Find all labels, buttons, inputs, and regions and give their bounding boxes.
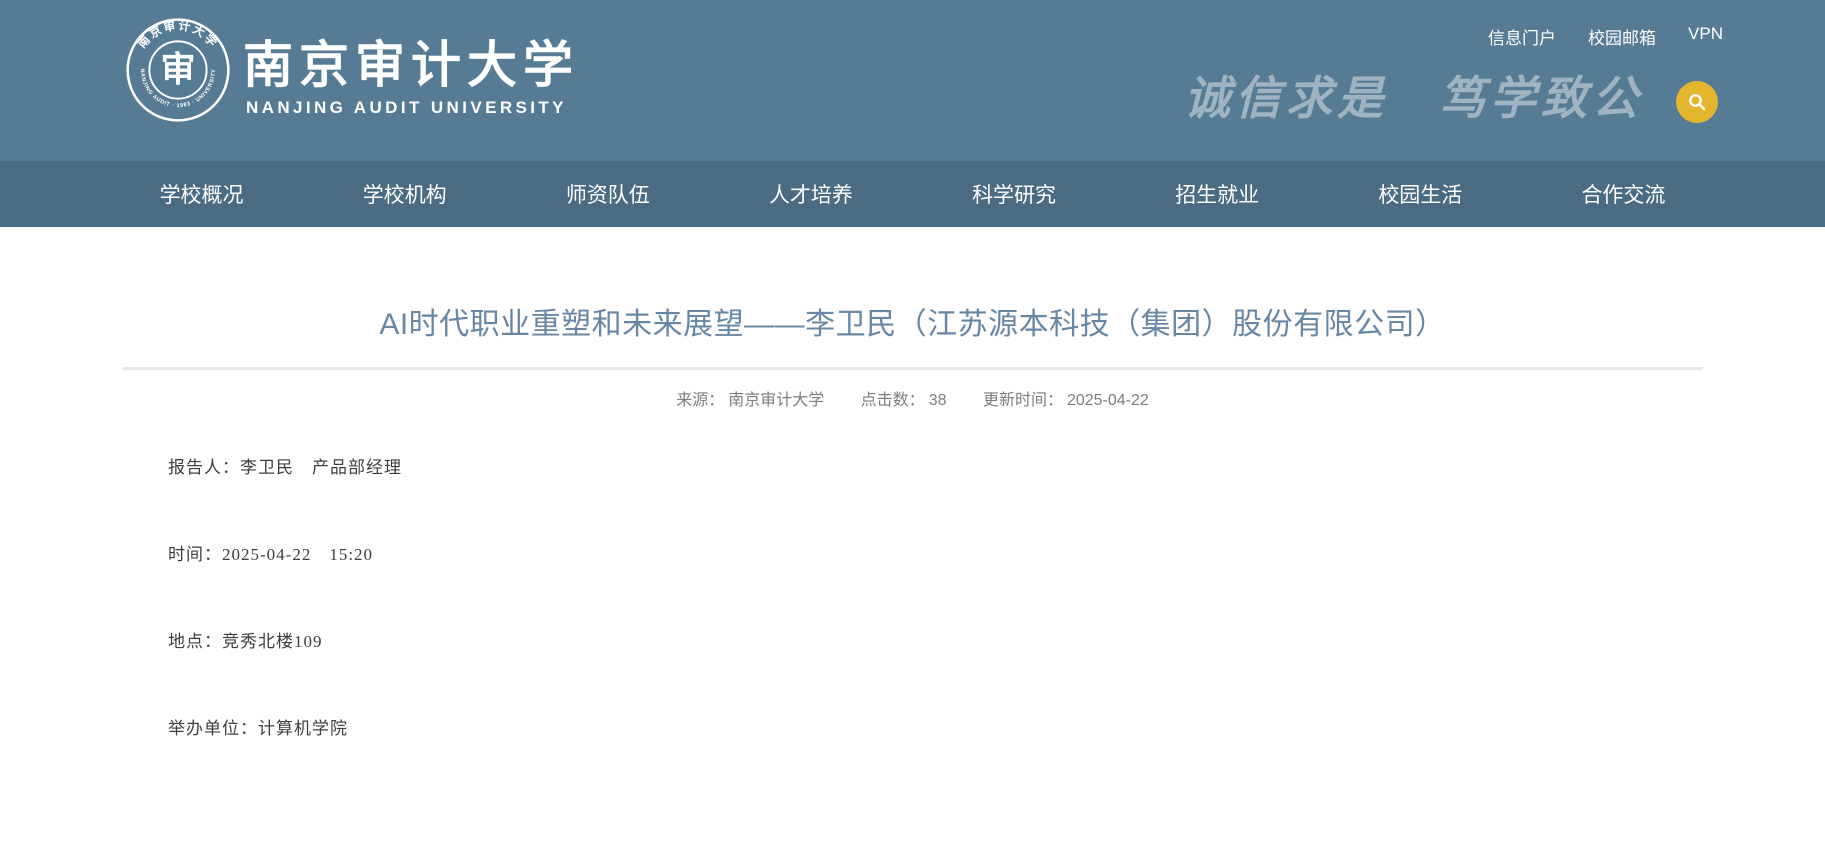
meta-updated: 更新时间：2025-04-22: [983, 386, 1149, 410]
nav-item-campus-life[interactable]: 校园生活: [1319, 161, 1522, 227]
university-logo[interactable]: 南京审计大学 NANJING AUDIT · 1983 · UNIVERSITY…: [125, 17, 555, 127]
meta-source-label: 来源：: [676, 392, 724, 409]
quick-link-vpn[interactable]: VPN: [1688, 24, 1723, 49]
nav-item-cooperation-exchange[interactable]: 合作交流: [1522, 161, 1725, 227]
article-paragraph: 时间：2025-04-22 15:20: [168, 545, 1825, 565]
nav-item-faculty[interactable]: 师资队伍: [506, 161, 709, 227]
university-name-cn: 南京审计大学: [243, 25, 579, 97]
article-page: AI时代职业重塑和未来展望——李卫民（江苏源本科技（集团）股份有限公司） 来源：…: [0, 299, 1825, 739]
university-seal-icon: 南京审计大学 NANJING AUDIT · 1983 · UNIVERSITY…: [125, 17, 231, 123]
nav-item-scientific-research[interactable]: 科学研究: [913, 161, 1116, 227]
meta-source-value: 南京审计大学: [728, 392, 824, 409]
meta-source: 来源：南京审计大学: [676, 386, 824, 410]
meta-clicks: 点击数：38: [861, 386, 947, 410]
article-paragraph: 地点：竞秀北楼109: [168, 632, 1825, 652]
svg-text:南京审计大学: 南京审计大学: [135, 18, 222, 51]
nav-item-school-overview[interactable]: 学校概况: [100, 161, 303, 227]
quick-link-campus-mail[interactable]: 校园邮箱: [1588, 24, 1656, 49]
meta-updated-value: 2025-04-22: [1067, 392, 1149, 409]
university-motto-calligraphy: 诚信求是 笃学致公: [1184, 62, 1643, 128]
svg-text:审: 审: [161, 51, 196, 90]
article-paragraph: 报告人：李卫民 产品部经理: [168, 458, 1825, 478]
main-navigation: 学校概况 学校机构 师资队伍 人才培养 科学研究 招生就业 校园生活 合作交流: [0, 161, 1825, 227]
header-quick-links: 信息门户 校园邮箱 VPN: [1488, 24, 1723, 49]
search-button[interactable]: [1676, 81, 1718, 123]
search-icon: [1687, 92, 1707, 112]
university-name-en: NANJING AUDIT UNIVERSITY: [246, 98, 567, 118]
article-body: 报告人：李卫民 产品部经理 时间：2025-04-22 15:20 地点：竞秀北…: [168, 458, 1825, 739]
meta-clicks-value: 38: [929, 392, 947, 409]
title-divider: [123, 367, 1703, 370]
site-header: 南京审计大学 NANJING AUDIT · 1983 · UNIVERSITY…: [0, 0, 1825, 161]
meta-clicks-label: 点击数：: [861, 392, 925, 409]
meta-updated-label: 更新时间：: [983, 392, 1063, 409]
nav-item-talent-cultivation[interactable]: 人才培养: [709, 161, 912, 227]
article-title: AI时代职业重塑和未来展望——李卫民（江苏源本科技（集团）股份有限公司）: [0, 299, 1825, 343]
article-meta: 来源：南京审计大学 点击数：38 更新时间：2025-04-22: [0, 386, 1825, 410]
quick-link-info-portal[interactable]: 信息门户: [1488, 24, 1556, 49]
nav-item-school-organizations[interactable]: 学校机构: [303, 161, 506, 227]
article-paragraph: 举办单位：计算机学院: [168, 719, 1825, 739]
nav-item-admissions-employment[interactable]: 招生就业: [1116, 161, 1319, 227]
